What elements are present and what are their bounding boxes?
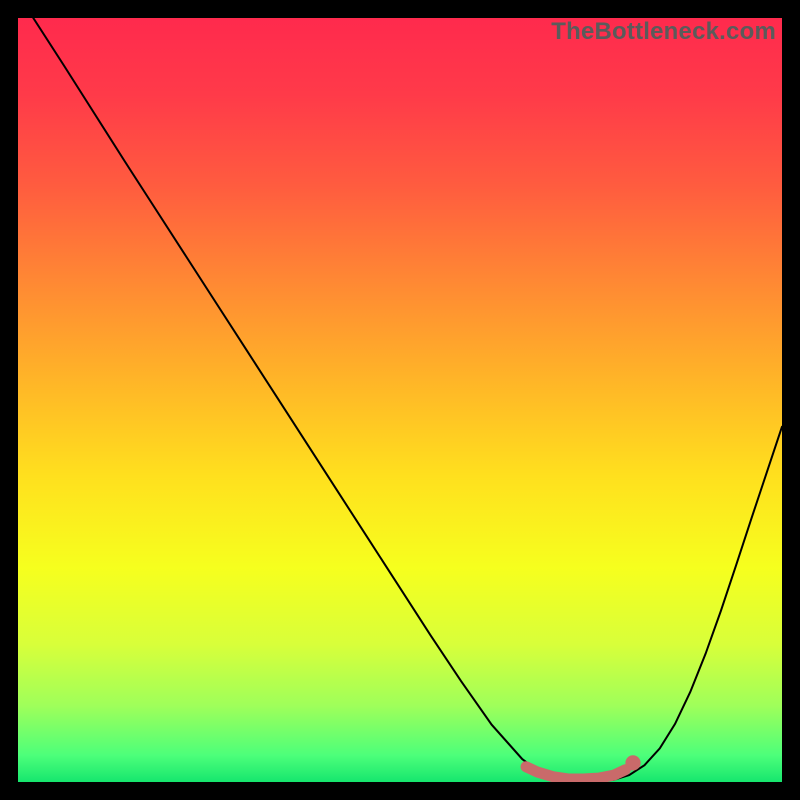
gradient-background xyxy=(18,18,782,782)
chart-frame: TheBottleneck.com xyxy=(18,18,782,782)
bottleneck-chart xyxy=(18,18,782,782)
optimal-point-dot xyxy=(625,755,640,770)
watermark-text: TheBottleneck.com xyxy=(551,18,776,46)
